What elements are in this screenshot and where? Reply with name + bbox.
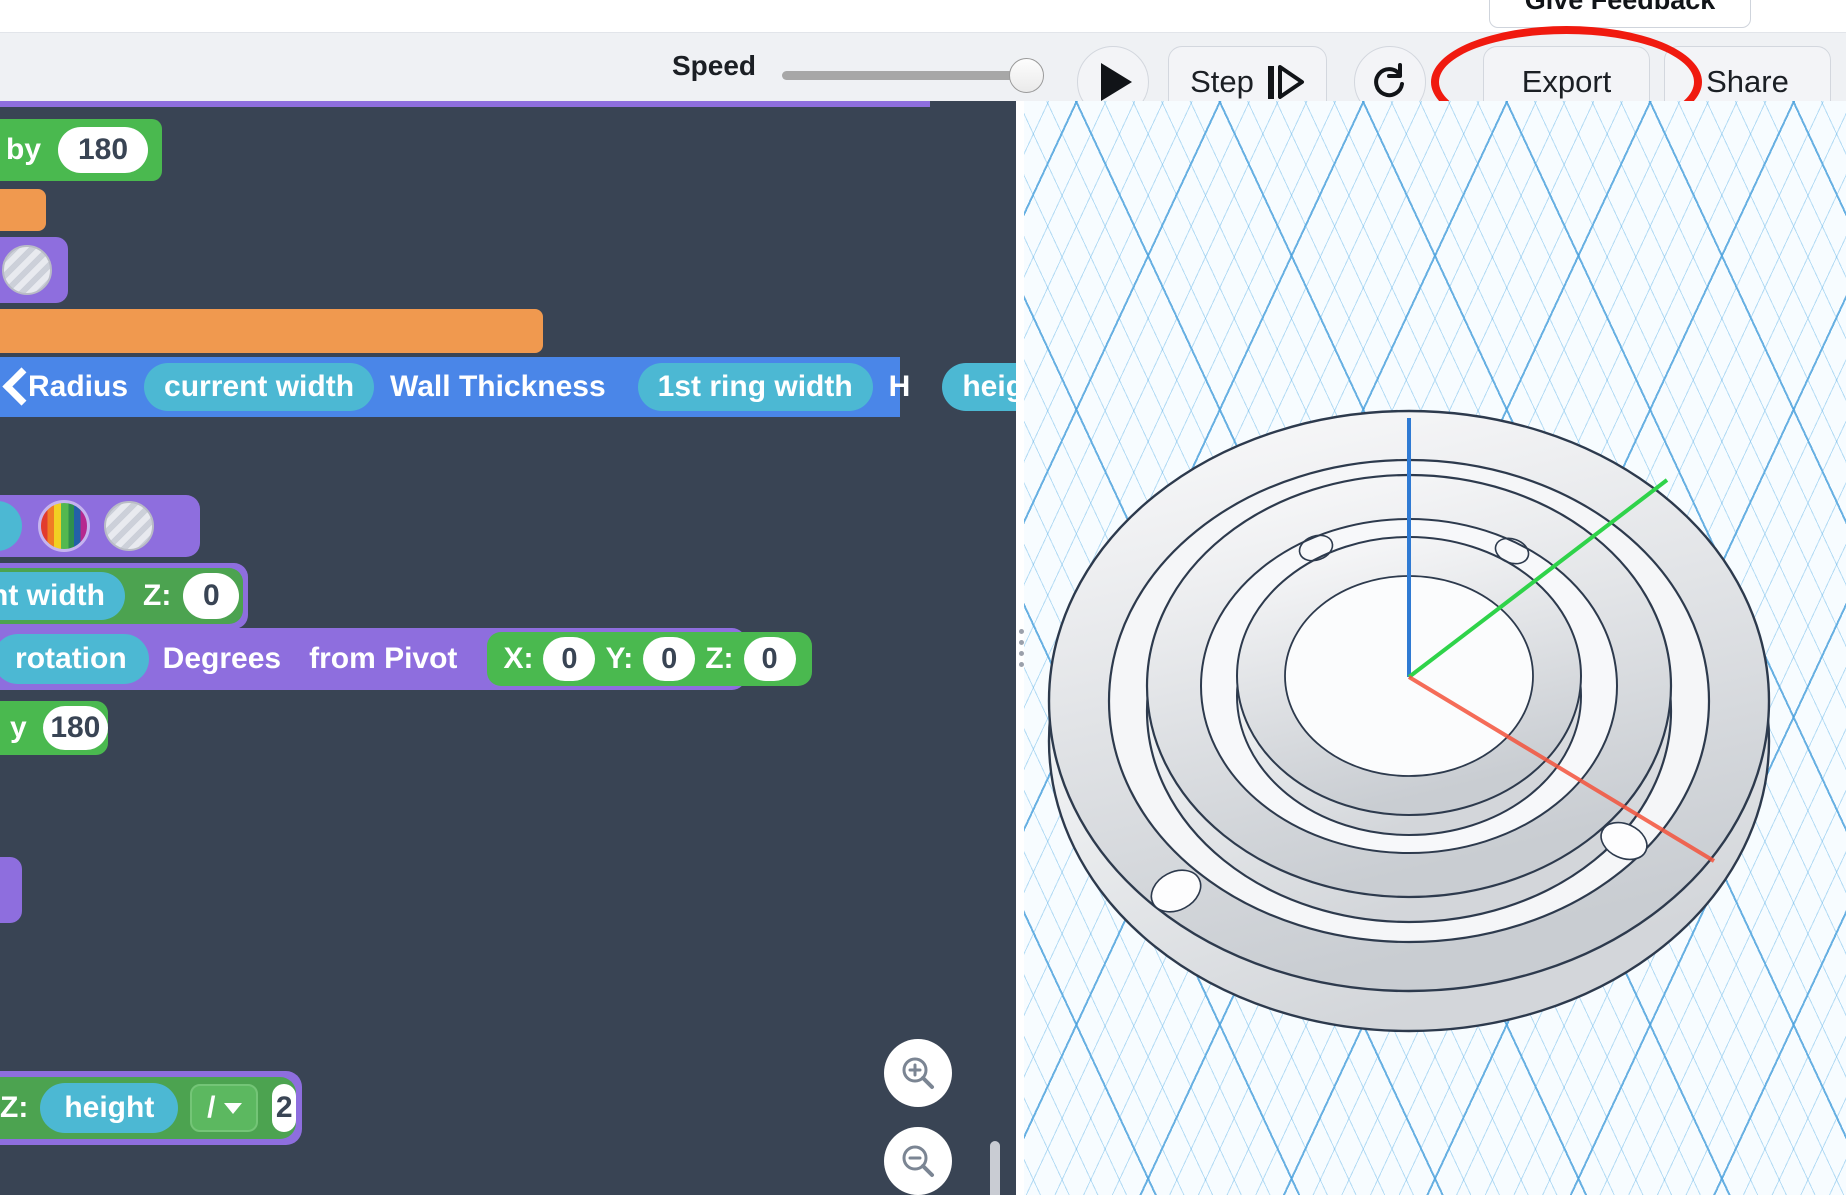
var-current-width-2[interactable]: rrent width bbox=[0, 572, 125, 620]
pivot-xyz-group: X: 0 Y: 0 Z: 0 bbox=[487, 632, 811, 686]
block-input-180[interactable]: 180 bbox=[43, 706, 108, 750]
canvas-zoom-in-button[interactable] bbox=[884, 1039, 952, 1107]
label-from-pivot: from Pivot bbox=[309, 642, 457, 676]
rainbow-circle-icon[interactable] bbox=[38, 500, 90, 552]
hatch-circle-icon-2[interactable] bbox=[104, 501, 154, 551]
3d-viewport[interactable]: TOP FRONT RIGHT bbox=[1024, 101, 1846, 1195]
speed-slider-knob[interactable] bbox=[1009, 58, 1044, 93]
reset-icon bbox=[1369, 61, 1411, 103]
give-feedback-button[interactable]: Give Feedback bbox=[1489, 0, 1751, 28]
block-purple-stub-lower[interactable] bbox=[0, 857, 22, 923]
label-h: H bbox=[889, 370, 911, 404]
block-radius[interactable]: Radius current width Wall Thickness 1st … bbox=[0, 357, 900, 417]
input-z-value[interactable]: 0 bbox=[183, 573, 239, 619]
block-orange-stub[interactable] bbox=[0, 189, 46, 231]
block-orange-wide[interactable] bbox=[0, 309, 543, 353]
chevron-down-icon[interactable] bbox=[224, 1103, 242, 1114]
block-edge-purple bbox=[0, 101, 930, 107]
label-pivot-y: Y: bbox=[605, 642, 633, 676]
top-strip: Give Feedback bbox=[0, 0, 1846, 32]
block-rotate-by-180-top[interactable]: by 180 bbox=[0, 119, 162, 181]
ring-model-render[interactable] bbox=[1024, 101, 1846, 1195]
speed-label: Speed bbox=[672, 50, 756, 82]
block-label-y: y bbox=[10, 711, 27, 745]
var-height-2[interactable]: height bbox=[40, 1083, 178, 1133]
app-root: Give Feedback Speed Step Export Share bbox=[0, 0, 1846, 1195]
block-purple-shape[interactable] bbox=[0, 237, 68, 303]
var-current-width[interactable]: current width bbox=[144, 363, 374, 411]
input-divisor[interactable]: 2 bbox=[272, 1084, 296, 1132]
block-height-divide-wrapper[interactable]: Z: height / 2 bbox=[0, 1071, 302, 1145]
label-wall-thickness: Wall Thickness bbox=[390, 370, 606, 404]
code-canvas[interactable]: by 180 Radius current width Wall Thickne… bbox=[0, 101, 1016, 1195]
step-forward-icon bbox=[1268, 65, 1305, 99]
label-radius: Radius bbox=[28, 370, 128, 404]
speed-slider-track[interactable] bbox=[782, 71, 1034, 80]
input-pivot-x[interactable]: 0 bbox=[543, 637, 595, 681]
block-label-by: by bbox=[6, 133, 41, 167]
play-icon bbox=[1101, 63, 1132, 101]
var-1st-ring-width[interactable]: 1st ring width bbox=[638, 363, 873, 411]
label-z-height: Z: bbox=[0, 1091, 28, 1125]
block-legs[interactable]: egs bbox=[0, 495, 200, 557]
share-button-label: Share bbox=[1706, 64, 1789, 100]
label-pivot-x: X: bbox=[503, 642, 533, 676]
input-pivot-y[interactable]: 0 bbox=[643, 637, 695, 681]
canvas-zoom-out-button[interactable] bbox=[884, 1127, 952, 1195]
magnifier-plus-icon bbox=[898, 1053, 938, 1093]
input-pivot-z[interactable]: 0 bbox=[744, 637, 796, 681]
var-rotation[interactable]: rotation bbox=[0, 634, 149, 684]
block-height-divide[interactable]: Z: height / 2 bbox=[0, 1077, 296, 1139]
step-button-label: Step bbox=[1190, 64, 1254, 100]
label-degrees: Degrees bbox=[163, 642, 281, 676]
operator-label: / bbox=[207, 1091, 215, 1125]
code-canvas-scrollbar[interactable] bbox=[990, 1141, 1000, 1195]
block-by-180-lower[interactable]: y 180 bbox=[0, 701, 108, 755]
block-current-width-wrapper[interactable]: rrent width Z: 0 bbox=[0, 563, 248, 629]
block-rotate-from-pivot[interactable]: by rotation Degrees from Pivot X: 0 Y: 0… bbox=[0, 628, 746, 690]
label-pivot-z: Z: bbox=[705, 642, 733, 676]
var-legs[interactable]: egs bbox=[0, 501, 22, 551]
export-button-label: Export bbox=[1522, 64, 1612, 100]
magnifier-minus-icon bbox=[898, 1141, 938, 1181]
operator-select[interactable]: / bbox=[190, 1084, 258, 1132]
var-height[interactable]: height bbox=[942, 363, 1016, 411]
hatch-circle-icon[interactable] bbox=[2, 245, 52, 295]
block-input-degrees[interactable]: 180 bbox=[58, 127, 148, 173]
block-current-width-z[interactable]: rrent width Z: 0 bbox=[0, 568, 243, 624]
label-z: Z: bbox=[143, 579, 171, 613]
